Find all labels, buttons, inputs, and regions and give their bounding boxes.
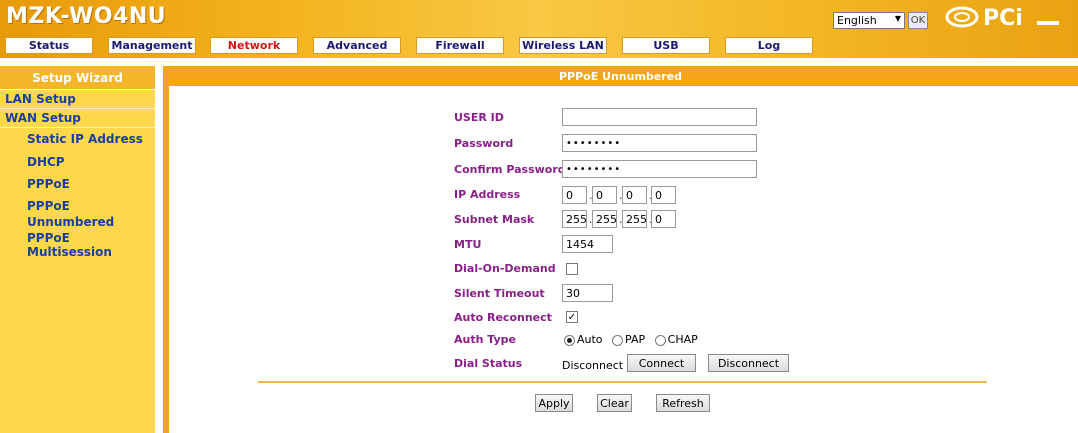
refresh-button[interactable]: Refresh: [656, 394, 710, 412]
mask-octet-2[interactable]: 255: [592, 210, 617, 228]
ip-address-label: IP Address: [454, 188, 521, 201]
ip-octet-3[interactable]: 0: [622, 186, 647, 204]
brand-title: MZK-WO4NU: [6, 4, 167, 29]
apply-button[interactable]: Apply: [535, 394, 573, 412]
sidebar-item-static-ip[interactable]: Static IP Address: [0, 128, 155, 150]
sidebar-item-pppoe-unnumbered[interactable]: PPPoE Unnumbered: [0, 195, 114, 233]
auto-reconnect-label: Auto Reconnect: [454, 311, 552, 324]
tab-log[interactable]: Log: [725, 37, 813, 54]
auth-type-group: Auto PAP CHAP: [564, 333, 698, 346]
sidebar: Setup Wizard LAN Setup WAN Setup Static …: [0, 66, 155, 433]
dial-status-label: Dial Status: [454, 357, 523, 370]
silent-timeout-label: Silent Timeout: [454, 287, 545, 300]
tab-firewall[interactable]: Firewall: [416, 37, 504, 54]
password-label: Password: [454, 137, 514, 150]
tab-status[interactable]: Status: [5, 37, 93, 54]
form-divider: [258, 381, 987, 383]
auth-option-chap: CHAP: [667, 333, 698, 346]
subnet-mask-label: Subnet Mask: [454, 213, 535, 226]
language-ok-button[interactable]: OK: [908, 12, 928, 29]
sidebar-item-pppoe[interactable]: PPPoE: [0, 173, 155, 195]
ip-octet-2[interactable]: 0: [592, 186, 617, 204]
connect-button[interactable]: Connect: [627, 354, 696, 372]
password-input[interactable]: ••••••••: [562, 134, 757, 152]
logo-text: PCi: [983, 6, 1023, 31]
mask-octet-4[interactable]: 0: [651, 210, 676, 228]
language-value: English: [837, 14, 877, 27]
sidebar-item-pppoe-multisession[interactable]: PPPoE Multisession: [0, 231, 155, 259]
tab-advanced[interactable]: Advanced: [313, 37, 401, 54]
tab-management[interactable]: Management: [108, 37, 196, 54]
header-bar: MZK-WO4NU English ▼ OK PCi Status Manage…: [0, 0, 1078, 58]
user-id-input[interactable]: [562, 108, 757, 126]
tab-network[interactable]: Network: [210, 37, 298, 54]
ip-octet-1[interactable]: 0: [562, 186, 587, 204]
silent-timeout-input[interactable]: 30: [562, 284, 613, 302]
tab-wireless-lan[interactable]: Wireless LAN: [519, 37, 607, 54]
auth-option-auto: Auto: [577, 333, 603, 346]
mtu-input[interactable]: 1454: [562, 235, 613, 253]
user-id-label: USER ID: [454, 111, 504, 124]
tab-usb[interactable]: USB: [622, 37, 710, 54]
check-icon: ✓: [567, 311, 577, 323]
page-title: PPPoE Unnumbered: [163, 66, 1078, 86]
auth-radio-pap[interactable]: [612, 334, 624, 346]
auth-option-pap: PAP: [625, 333, 646, 346]
auth-radio-auto[interactable]: [564, 334, 575, 346]
confirm-password-input[interactable]: ••••••••: [562, 160, 757, 178]
dial-on-demand-checkbox[interactable]: [566, 263, 578, 275]
dial-on-demand-label: Dial-On-Demand: [454, 262, 556, 275]
dial-status-value: Disconnect: [562, 359, 624, 372]
sidebar-item-lan-setup[interactable]: LAN Setup: [0, 90, 155, 109]
ip-octet-4[interactable]: 0: [651, 186, 676, 204]
auth-type-label: Auth Type: [454, 333, 516, 346]
clear-button[interactable]: Clear: [597, 394, 632, 412]
disconnect-button[interactable]: Disconnect: [708, 354, 789, 372]
sidebar-item-dhcp[interactable]: DHCP: [0, 150, 155, 173]
sidebar-item-wan-setup[interactable]: WAN Setup: [0, 109, 155, 128]
sidebar-item-setup-wizard[interactable]: Setup Wizard: [0, 66, 155, 90]
pci-logo: PCi: [945, 6, 1059, 31]
chevron-down-icon: ▼: [894, 14, 901, 23]
mtu-label: MTU: [454, 238, 482, 251]
mask-octet-1[interactable]: 255: [562, 210, 587, 228]
confirm-password-label: Confirm Password: [454, 163, 566, 176]
language-select[interactable]: English ▼: [833, 12, 905, 29]
main-left-border: [163, 86, 169, 433]
auto-reconnect-checkbox[interactable]: ✓: [566, 311, 578, 323]
mask-octet-3[interactable]: 255: [622, 210, 647, 228]
auth-radio-chap[interactable]: [654, 334, 666, 346]
